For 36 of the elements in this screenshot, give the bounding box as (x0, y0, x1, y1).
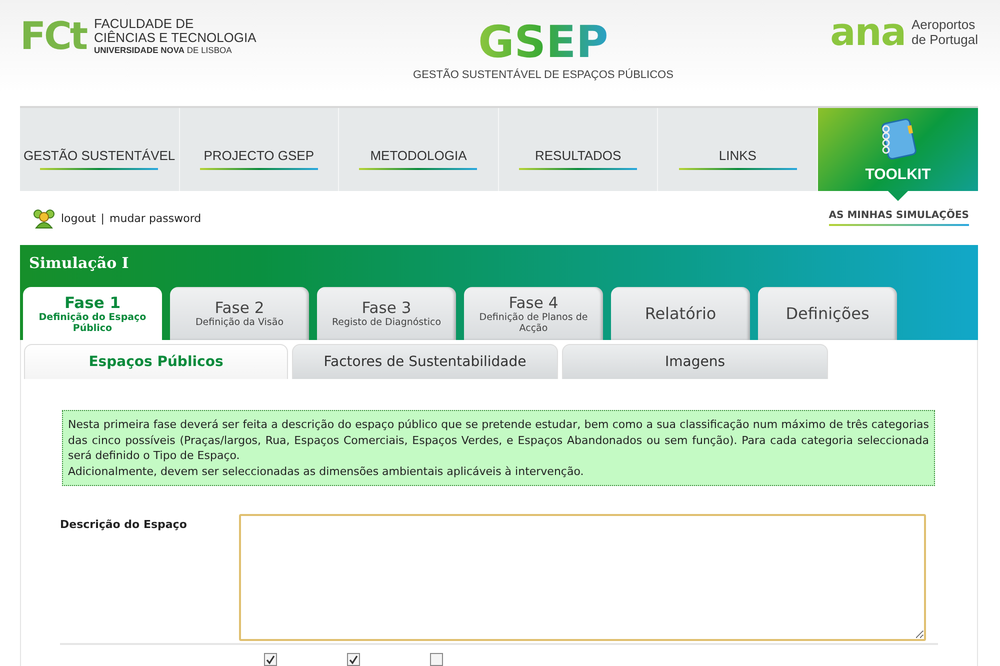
tab-pointer-icon (888, 191, 908, 202)
sub-tab[interactable]: Factores de Sustentabilidade (292, 344, 558, 379)
checkbox[interactable] (430, 653, 443, 666)
gsep-subtitle: GESTÃO SUSTENTÁVEL DE ESPAÇOS PÚBLICOS (413, 69, 674, 82)
fct-logo: FCt (20, 17, 86, 56)
checkbox[interactable] (264, 653, 277, 666)
phase-tab[interactable]: Definições (758, 287, 897, 340)
phase-tab[interactable]: Relatório (611, 287, 750, 340)
nav-item[interactable]: METODOLOGIA (339, 108, 499, 192)
nav-item[interactable]: PROJECTO GSEP (180, 108, 340, 192)
checkbox[interactable] (347, 653, 360, 666)
simulation-title: Simulação I (28, 253, 130, 274)
toolkit-tab[interactable]: TOOLKIT (818, 108, 978, 192)
company-name: de Portugal (912, 32, 978, 48)
company-name: Aeroportos (912, 17, 976, 32)
nav-item[interactable]: GESTÃO SUSTENTÁVEL (20, 108, 180, 192)
users-icon (32, 207, 56, 230)
faculty-name: CIÊNCIAS E TECNOLOGIA (94, 30, 256, 45)
field-label: Descrição do Espaço (60, 517, 188, 533)
phase-tab[interactable]: Fase 3 Registo de Diagnóstico (317, 287, 456, 340)
nav-item[interactable]: RESULTADOS (498, 108, 658, 192)
my-simulations-link[interactable]: AS MINHAS SIMULAÇÕES (828, 210, 969, 226)
ana-logo: ana (830, 13, 906, 52)
change-password-link[interactable]: mudar password (110, 212, 202, 225)
info-paragraph: Nesta primeira fase deverá ser feita a descrição do espaço público que se pretende estudar, bem como a sua classificação num máximo de três categorias das cinco possíveis (Praças/largos, Rua, Espaços Comerciais, Espaços Verdes, e Espaços Abandonados ou sem função). Para cada categoria seleccionada será definido o Tipo de Espaço. (68, 417, 929, 464)
description-field[interactable] (239, 514, 926, 641)
faculty-name: FACULDADE DE (94, 16, 195, 31)
info-paragraph: Adicionalmente, devem ser seleccionadas as dimensões ambientais aplicáveis à intervenção. (68, 464, 585, 479)
phase-tab[interactable]: Fase 1 Definição do Espaço Público (23, 287, 162, 340)
university-name: UNIVERSIDADE NOVA DE LISBOA (94, 44, 233, 56)
phase-tab[interactable]: Fase 2 Definição da Visão (170, 287, 309, 340)
logout-link[interactable]: logout (61, 212, 96, 225)
sub-tab[interactable]: Espaços Públicos (24, 344, 288, 379)
phase-tab[interactable]: Fase 4 Definição de Planos de Acção (464, 287, 603, 340)
separator: | (100, 212, 105, 225)
sub-tab[interactable]: Imagens (562, 344, 828, 379)
